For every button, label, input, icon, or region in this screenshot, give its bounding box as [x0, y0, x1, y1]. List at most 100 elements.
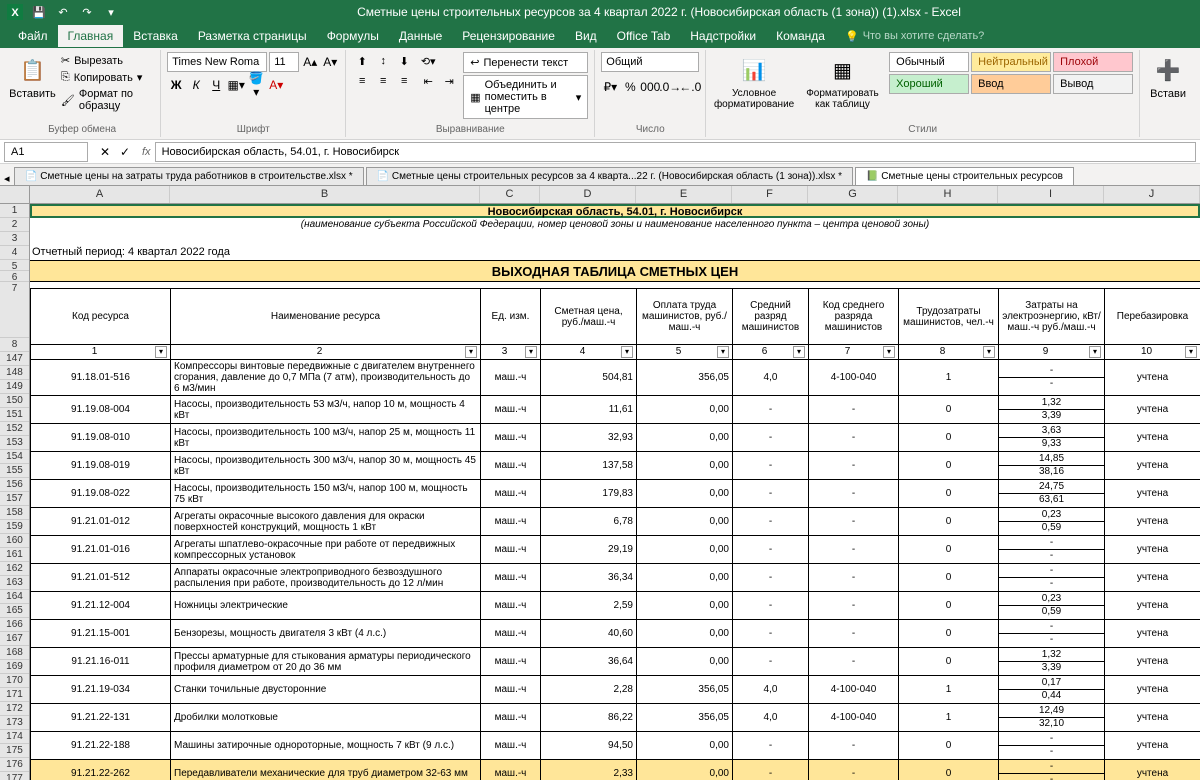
- cell-gcode[interactable]: -: [809, 564, 899, 592]
- cell-price[interactable]: 6,78: [541, 508, 637, 536]
- row-header[interactable]: 172: [0, 702, 29, 716]
- row-header[interactable]: 156: [0, 478, 29, 492]
- bold-button[interactable]: Ж: [167, 76, 185, 94]
- row-header[interactable]: 152: [0, 422, 29, 436]
- cell-hours[interactable]: 0: [899, 508, 999, 536]
- cell-hours[interactable]: 0: [899, 648, 999, 676]
- table-row[interactable]: 91.19.08-004Насосы, производительность 5…: [31, 396, 1200, 424]
- cell-code[interactable]: 91.21.22-188: [31, 732, 171, 760]
- cell-labor[interactable]: 0,00: [637, 592, 733, 620]
- percent-icon[interactable]: %: [621, 78, 639, 96]
- row-header[interactable]: 2: [0, 218, 29, 232]
- cell-energy[interactable]: 1,323,39: [999, 396, 1105, 424]
- cell-hours[interactable]: 1: [899, 704, 999, 732]
- cut-button[interactable]: ✂ Вырезать: [59, 52, 154, 69]
- cell-gcode[interactable]: 4-100-040: [809, 676, 899, 704]
- cell-rebase[interactable]: учтена: [1105, 620, 1200, 648]
- cell-name[interactable]: Насосы, производительность 300 м3/ч, нап…: [171, 452, 481, 480]
- menu-addins[interactable]: Надстройки: [680, 25, 766, 47]
- cell-gcode[interactable]: -: [809, 424, 899, 452]
- align-center-icon[interactable]: ≡: [373, 72, 393, 90]
- cell-grade[interactable]: -: [733, 480, 809, 508]
- cell-price[interactable]: 11,61: [541, 396, 637, 424]
- cell-rebase[interactable]: учтена: [1105, 704, 1200, 732]
- cell-grade[interactable]: -: [733, 536, 809, 564]
- cell-grade[interactable]: 4,0: [733, 360, 809, 396]
- cell-name[interactable]: Станки точильные двусторонние: [171, 676, 481, 704]
- menu-review[interactable]: Рецензирование: [452, 25, 565, 47]
- cell-name[interactable]: Дробилки молотковые: [171, 704, 481, 732]
- cell-price[interactable]: 36,34: [541, 564, 637, 592]
- tab-nav-icon[interactable]: ◂: [4, 172, 14, 185]
- cell-energy[interactable]: --: [999, 760, 1105, 781]
- cell-grade[interactable]: -: [733, 760, 809, 781]
- cell-grade[interactable]: -: [733, 564, 809, 592]
- row-header[interactable]: 176: [0, 758, 29, 772]
- column-header[interactable]: A: [30, 186, 170, 203]
- table-row[interactable]: 91.21.19-034Станки точильные двусторонни…: [31, 676, 1200, 704]
- menu-data[interactable]: Данные: [389, 25, 452, 47]
- underline-button[interactable]: Ч: [207, 76, 225, 94]
- cell-unit[interactable]: маш.-ч: [481, 760, 541, 781]
- table-row[interactable]: 91.21.01-512Аппараты окрасочные электроп…: [31, 564, 1200, 592]
- row-header[interactable]: 154: [0, 450, 29, 464]
- italic-button[interactable]: К: [187, 76, 205, 94]
- cell-price[interactable]: 179,83: [541, 480, 637, 508]
- cell-rebase[interactable]: учтена: [1105, 648, 1200, 676]
- row-header[interactable]: 155: [0, 464, 29, 478]
- cell-price[interactable]: 504,81: [541, 360, 637, 396]
- orientation-icon[interactable]: ⟲▾: [418, 52, 438, 70]
- table-row[interactable]: 91.21.22-188Машины затирочные однороторн…: [31, 732, 1200, 760]
- name-box[interactable]: [4, 142, 88, 162]
- cell-energy[interactable]: --: [999, 536, 1105, 564]
- workbook-tab[interactable]: 📄 Сметные цены на затраты труда работник…: [14, 167, 364, 185]
- merge-center-button[interactable]: ▦ Объединить и поместить в центре ▾: [463, 75, 588, 119]
- column-header[interactable]: B: [170, 186, 480, 203]
- row-header[interactable]: 177: [0, 772, 29, 780]
- cell-code[interactable]: 91.21.01-012: [31, 508, 171, 536]
- cell-name[interactable]: Ножницы электрические: [171, 592, 481, 620]
- cell-code[interactable]: 91.21.01-016: [31, 536, 171, 564]
- save-icon[interactable]: 💾: [28, 1, 50, 23]
- table-row[interactable]: 91.19.08-022Насосы, производительность 1…: [31, 480, 1200, 508]
- cell-rebase[interactable]: учтена: [1105, 480, 1200, 508]
- cell-hours[interactable]: 0: [899, 620, 999, 648]
- cell-labor[interactable]: 0,00: [637, 396, 733, 424]
- align-left-icon[interactable]: ≡: [352, 72, 372, 90]
- cell-code[interactable]: 91.21.12-004: [31, 592, 171, 620]
- cell-name[interactable]: Насосы, производительность 150 м3/ч, нап…: [171, 480, 481, 508]
- cell-rebase[interactable]: учтена: [1105, 508, 1200, 536]
- cell-labor[interactable]: 0,00: [637, 760, 733, 781]
- insert-cells-button[interactable]: ➕ Встави: [1146, 52, 1190, 102]
- cell-name[interactable]: Машины затирочные однороторные, мощность…: [171, 732, 481, 760]
- cell-energy[interactable]: --: [999, 360, 1105, 396]
- cell-code[interactable]: 91.21.15-001: [31, 620, 171, 648]
- paste-button[interactable]: 📋 Вставить: [10, 52, 55, 102]
- cell-hours[interactable]: 0: [899, 536, 999, 564]
- menu-page-layout[interactable]: Разметка страницы: [188, 25, 317, 47]
- cell-name[interactable]: Аппараты окрасочные электроприводного бе…: [171, 564, 481, 592]
- cell-rebase[interactable]: учтена: [1105, 760, 1200, 781]
- row-header[interactable]: 169: [0, 660, 29, 674]
- cell-rebase[interactable]: учтена: [1105, 360, 1200, 396]
- filter-dropdown-icon[interactable]: ▾: [793, 346, 805, 358]
- decrease-font-icon[interactable]: A▾: [321, 53, 339, 71]
- workbook-tab[interactable]: 📗 Сметные цены строительных ресурсов: [855, 167, 1074, 185]
- cell-unit[interactable]: маш.-ч: [481, 360, 541, 396]
- tell-me-search[interactable]: 💡 Что вы хотите сделать?: [835, 26, 994, 47]
- cell-code[interactable]: 91.19.08-010: [31, 424, 171, 452]
- cell-gcode[interactable]: -: [809, 396, 899, 424]
- cell-name[interactable]: Агрегаты окрасочные высокого давления дл…: [171, 508, 481, 536]
- row-header[interactable]: 168: [0, 646, 29, 660]
- row-header[interactable]: 8: [0, 338, 29, 352]
- cell-hours[interactable]: 0: [899, 592, 999, 620]
- cell-labor[interactable]: 0,00: [637, 424, 733, 452]
- cell-unit[interactable]: маш.-ч: [481, 396, 541, 424]
- cell-rebase[interactable]: учтена: [1105, 424, 1200, 452]
- cell-energy[interactable]: 0,230,59: [999, 508, 1105, 536]
- qat-dropdown-icon[interactable]: ▾: [100, 1, 122, 23]
- column-header[interactable]: G: [808, 186, 898, 203]
- cell-hours[interactable]: 0: [899, 452, 999, 480]
- cancel-formula-icon[interactable]: ✕: [96, 143, 114, 161]
- table-row[interactable]: 91.18.01-516Компрессоры винтовые передви…: [31, 360, 1200, 396]
